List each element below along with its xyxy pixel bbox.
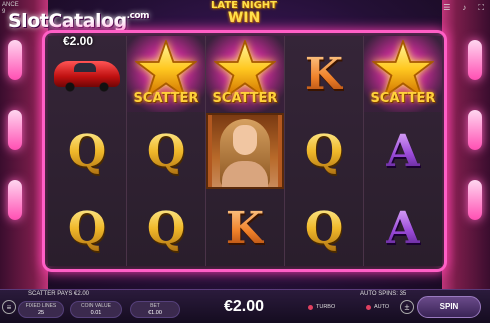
lady-portrait-icon <box>212 115 278 187</box>
symbol-q-letter: Q <box>67 125 107 177</box>
top-icons: ☰ ♪ ⛶ <box>443 3 484 13</box>
symbol-k: K <box>206 190 284 266</box>
lamp-decor <box>468 180 482 220</box>
star-icon <box>214 40 276 98</box>
symbol-lady <box>206 113 284 189</box>
auto-label: AUTO <box>374 304 390 310</box>
symbol-q-letter: Q <box>304 125 344 177</box>
lady-dress <box>222 161 268 187</box>
reel-4: K Q Q <box>285 36 364 266</box>
game-title-line2: WIN <box>227 10 261 26</box>
symbol-k-letter: K <box>304 48 344 100</box>
symbol-a-letter: A <box>385 202 421 254</box>
coin-value-selector[interactable]: COIN VALUE 0.01 <box>70 301 122 318</box>
symbol-q-letter: Q <box>304 202 344 254</box>
lamp-decor <box>8 40 22 80</box>
hamburger-menu-icon[interactable]: ≡ <box>2 300 16 314</box>
auto-toggle[interactable]: AUTO <box>366 304 389 310</box>
watermark-tld: .com <box>126 11 150 21</box>
reel-5: SCATTER A A <box>364 36 442 266</box>
symbol-k: K <box>285 36 363 112</box>
fullscreen-icon[interactable]: ⛶ <box>478 3 484 13</box>
fixed-lines-display: FIXED LINES 25 <box>18 301 64 318</box>
fixed-lines-value: 25 <box>37 310 45 316</box>
autospins-counter: AUTO SPINS: 35 <box>360 291 407 297</box>
symbol-q: Q <box>285 190 363 266</box>
symbol-scatter: SCATTER <box>364 36 442 112</box>
symbol-q: Q <box>285 113 363 189</box>
coin-value-label: COIN VALUE <box>81 303 111 309</box>
symbol-a-letter: A <box>385 125 421 177</box>
reel-grid: Q Q SCATTER Q Q SCATTER K K Q Q SCATTER … <box>48 36 442 266</box>
symbol-a: A <box>364 190 442 266</box>
reel-2: SCATTER Q Q <box>127 36 206 266</box>
reel-3: SCATTER K <box>206 36 285 266</box>
right-decor <box>442 0 490 290</box>
red-car-icon <box>54 61 120 92</box>
win-message: SCATTER PAYS €2.00 <box>28 291 90 297</box>
spin-button[interactable]: SPIN <box>417 296 481 318</box>
symbol-q: Q <box>127 190 205 266</box>
symbol-q: Q <box>48 190 126 266</box>
menu-icon[interactable]: ☰ <box>443 3 450 13</box>
watermark-logo: SlotCatalog.com <box>8 10 150 32</box>
symbol-scatter: SCATTER <box>127 36 205 112</box>
lady-face <box>233 125 257 155</box>
total-bet-display: €2.00 <box>223 298 265 315</box>
turbo-indicator-icon <box>308 304 313 310</box>
symbol-k-letter: K <box>225 202 265 254</box>
symbol-q-letter: Q <box>67 202 107 254</box>
auto-indicator-icon <box>366 304 371 310</box>
lamp-decor <box>8 180 22 220</box>
symbol-q: Q <box>127 113 205 189</box>
lamp-decor <box>468 40 482 80</box>
win-amount: €2.00 <box>62 34 94 48</box>
scatter-label: SCATTER <box>133 91 199 106</box>
bet-value: €1.00 <box>148 310 162 316</box>
symbol-q-letter: Q <box>146 125 186 177</box>
star-icon <box>135 40 197 98</box>
scatter-label: SCATTER <box>370 91 436 106</box>
bet-adjust-icon[interactable]: ± <box>400 300 414 314</box>
lamp-decor <box>468 110 482 150</box>
scatter-label: SCATTER <box>212 91 278 106</box>
symbol-q-letter: Q <box>146 202 186 254</box>
turbo-toggle[interactable]: TURBO <box>308 304 335 310</box>
symbol-q: Q <box>48 113 126 189</box>
star-icon <box>372 40 434 98</box>
balance-label: ANCE <box>2 2 19 8</box>
watermark-main: SlotCatalog <box>8 10 127 32</box>
turbo-label: TURBO <box>316 304 336 310</box>
lamp-decor <box>8 110 22 150</box>
bet-selector[interactable]: BET €1.00 <box>130 301 180 318</box>
fixed-lines-label: FIXED LINES <box>25 303 57 309</box>
symbol-a: A <box>364 113 442 189</box>
reel-1: Q Q <box>48 36 127 266</box>
symbol-scatter: SCATTER <box>206 36 284 112</box>
game-title-logo: LATE NIGHT WIN <box>200 0 288 28</box>
coin-value-value: 0.01 <box>90 310 102 316</box>
bet-label: BET <box>150 303 160 309</box>
sound-icon[interactable]: ♪ <box>462 3 466 13</box>
